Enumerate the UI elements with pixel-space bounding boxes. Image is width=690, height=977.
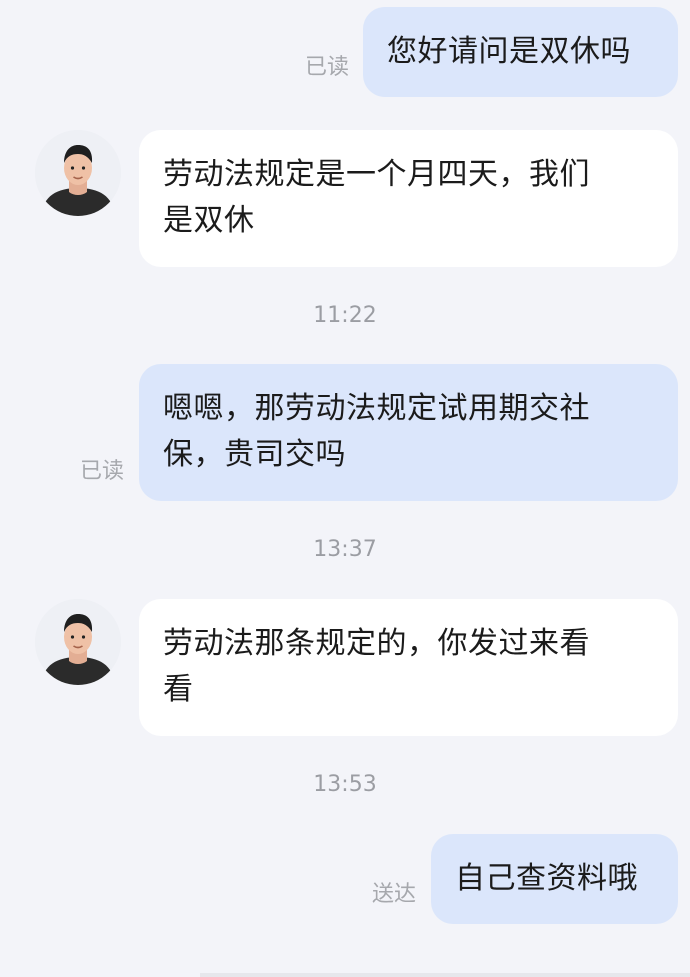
- read-status: 已读: [80, 459, 125, 484]
- bottom-divider: [200, 973, 690, 977]
- timestamp: 13:37: [313, 537, 377, 562]
- delivered-status: 送达: [372, 882, 417, 907]
- message-text-line: 是双休: [163, 203, 255, 238]
- their-message-bubble[interactable]: 劳动法规定是一个月四天，我们 是双休: [139, 130, 678, 267]
- my-message-bubble[interactable]: 自己查资料哦: [431, 834, 678, 924]
- timestamp: 11:22: [313, 303, 377, 328]
- message-text-line: 看: [163, 672, 194, 707]
- timestamp: 13:53: [313, 772, 377, 797]
- message-text-line: 劳动法规定是一个月四天，我们: [163, 157, 590, 192]
- message-text-line: 劳动法那条规定的，你发过来看: [163, 626, 590, 661]
- message-text-line: 保，贵司交吗: [163, 437, 346, 472]
- their-message-bubble[interactable]: 劳动法那条规定的，你发过来看 看: [139, 599, 678, 736]
- my-message-bubble[interactable]: 嗯嗯，那劳动法规定试用期交社 保，贵司交吗: [139, 364, 678, 501]
- message-text-line: 嗯嗯，那劳动法规定试用期交社: [163, 391, 590, 426]
- my-message-bubble[interactable]: 您好请问是双休吗: [363, 7, 678, 97]
- read-status: 已读: [305, 55, 350, 80]
- avatar-icon[interactable]: [35, 599, 121, 685]
- message-text: 自己查资料哦: [455, 861, 638, 896]
- avatar-icon[interactable]: [35, 130, 121, 216]
- message-text: 您好请问是双休吗: [387, 34, 631, 69]
